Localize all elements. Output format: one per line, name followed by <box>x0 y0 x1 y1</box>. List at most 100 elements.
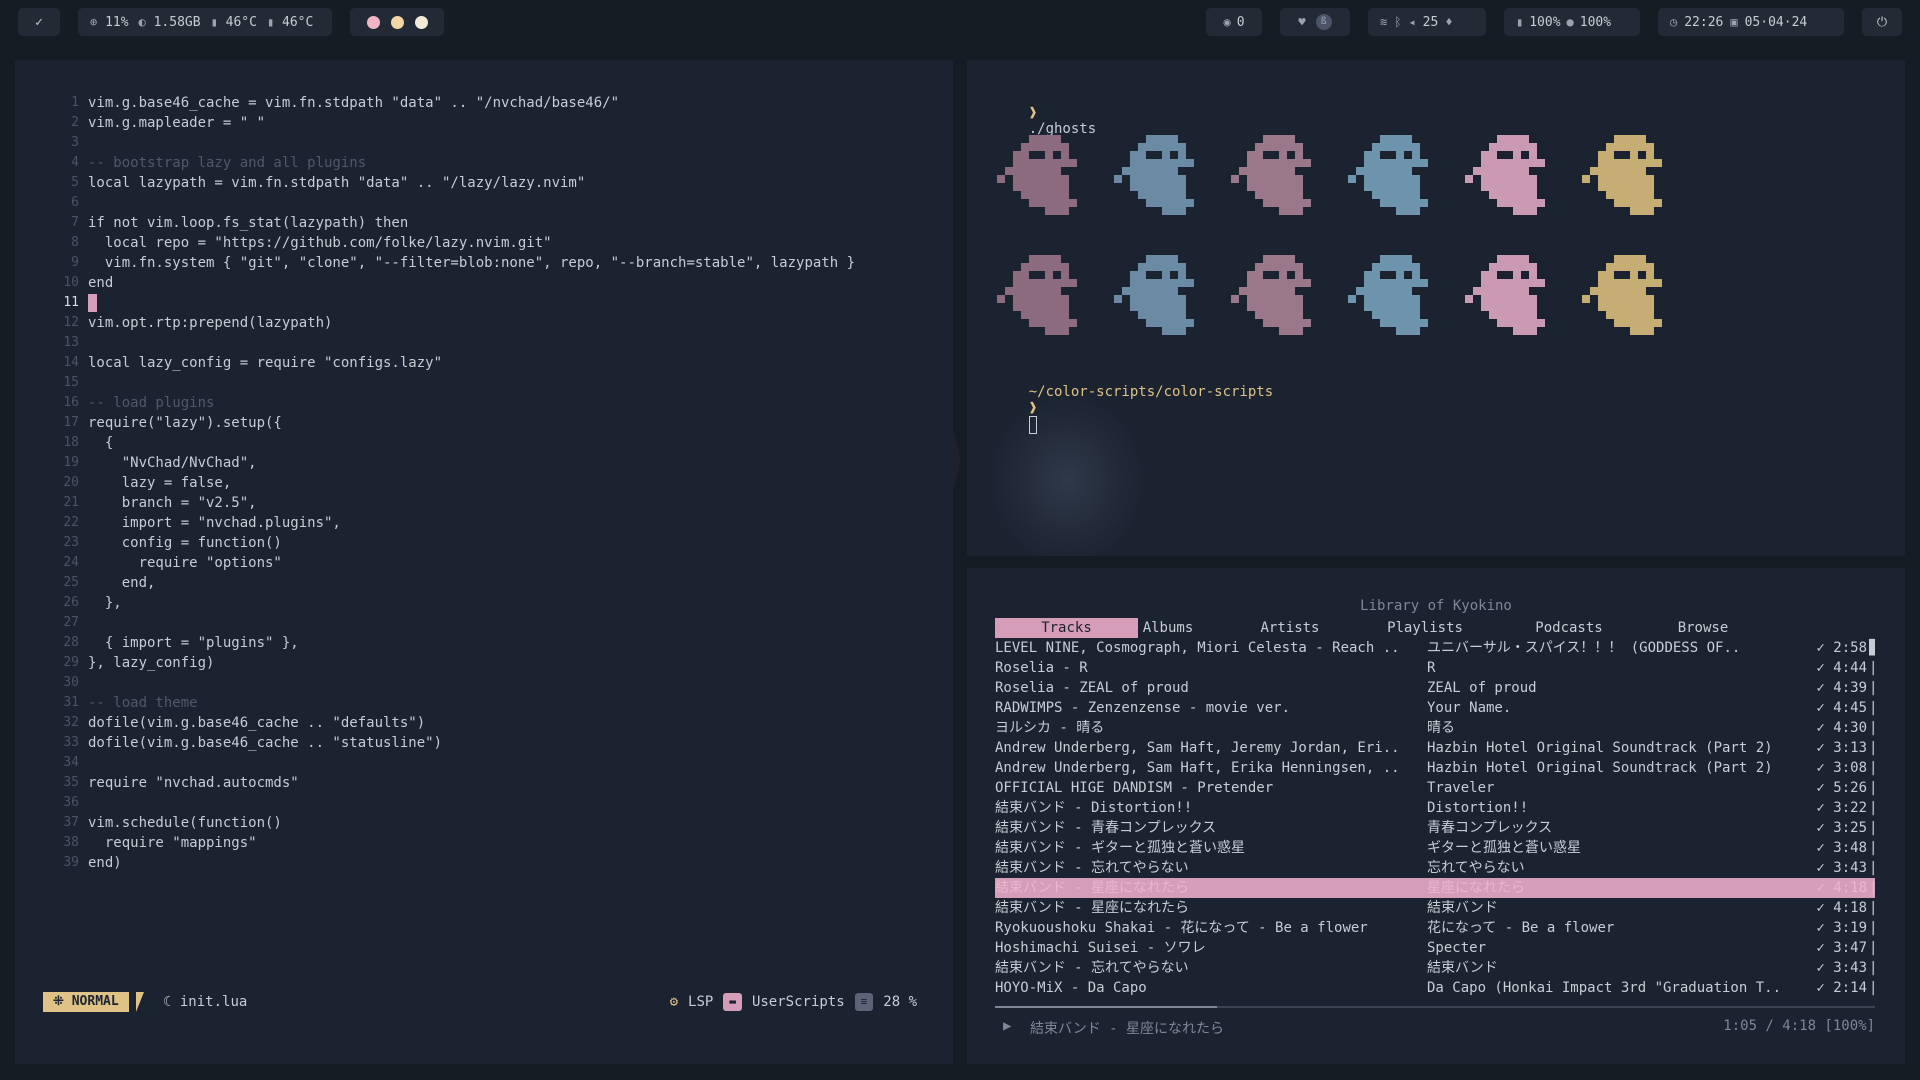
tab-artists[interactable]: Artists <box>1245 618 1335 638</box>
code-line[interactable]: 14 local lazy_config = require "configs.l… <box>15 353 953 373</box>
code-line[interactable]: 5 local lazypath = vim.fn.stdpath "data" … <box>15 173 953 193</box>
track-row[interactable]: 結束バンド - 青春コンプレックス 青春コンプレックス ✓ 3:25 | <box>995 818 1875 838</box>
scrollbar-track[interactable]: | <box>1869 838 1875 858</box>
code-line[interactable]: 20 lazy = false, <box>15 473 953 493</box>
scrollbar-track[interactable]: | <box>1869 878 1875 898</box>
code-line[interactable]: 7 if not vim.loop.fs_stat(lazypath) then <box>15 213 953 233</box>
code-line[interactable]: 13 <box>15 333 953 353</box>
scrollbar-track[interactable]: | <box>1869 698 1875 718</box>
workspace-dot[interactable] <box>366 15 380 29</box>
code-line[interactable]: 27 <box>15 613 953 633</box>
tab-albums[interactable]: Albums <box>1123 618 1213 638</box>
scrollbar-track[interactable]: | <box>1869 918 1875 938</box>
code-line[interactable]: 26 }, <box>15 593 953 613</box>
code-line[interactable]: 12 vim.opt.rtp:prepend(lazypath) <box>15 313 953 333</box>
track-list[interactable]: LEVEL NINE, Cosmograph, Miori Celesta - … <box>995 638 1875 998</box>
neovim-editor[interactable]: 1 vim.g.base46_cache = vim.fn.stdpath "da… <box>15 60 953 1064</box>
code-line[interactable]: 37 vim.schedule(function() <box>15 813 953 833</box>
scrollbar-track[interactable]: | <box>1869 758 1875 778</box>
code-line[interactable]: 25 end, <box>15 573 953 593</box>
track-row[interactable]: Roselia - ZEAL of proud ZEAL of proud ✓ 4:… <box>995 678 1875 698</box>
check-icon: ✓ <box>35 14 43 30</box>
code-line[interactable]: 36 <box>15 793 953 813</box>
code-line[interactable]: 8 local repo = "https://github.com/folke… <box>15 233 953 253</box>
code-line[interactable]: 38 require "mappings" <box>15 833 953 853</box>
scrollbar-track[interactable]: | <box>1869 678 1875 698</box>
track-row[interactable]: Roselia - R R ✓ 4:44 | <box>995 658 1875 678</box>
scrollbar-track[interactable]: | <box>1869 938 1875 958</box>
code-line[interactable]: 24 require "options" <box>15 553 953 573</box>
code-line[interactable]: 32 dofile(vim.g.base46_cache .. "defaults… <box>15 713 953 733</box>
code-line[interactable]: 11 <box>15 293 953 313</box>
code-buffer[interactable]: 1 vim.g.base46_cache = vim.fn.stdpath "da… <box>15 93 953 873</box>
code-line[interactable]: 17 require("lazy").setup({ <box>15 413 953 433</box>
scrollbar-track[interactable]: | <box>1869 778 1875 798</box>
code-line[interactable]: 22 import = "nvchad.plugins", <box>15 513 953 533</box>
code-line[interactable]: 3 <box>15 133 953 153</box>
scrollbar-track[interactable]: | <box>1869 798 1875 818</box>
code-line[interactable]: 31 -- load theme <box>15 693 953 713</box>
network-widget[interactable]: ≋ ᛒ ◂ 25 ♦ <box>1368 8 1486 36</box>
privacy-widget[interactable]: ♥ ß <box>1280 8 1350 36</box>
track-row[interactable]: Andrew Underberg, Sam Haft, Jeremy Jorda… <box>995 738 1875 758</box>
tab-browse[interactable]: Browse <box>1663 618 1743 638</box>
tab-podcasts[interactable]: Podcasts <box>1519 618 1619 638</box>
code-line[interactable]: 33 dofile(vim.g.base46_cache .. "statusli… <box>15 733 953 753</box>
scrollbar-track[interactable]: | <box>1869 718 1875 738</box>
code-line[interactable]: 10 end <box>15 273 953 293</box>
code-line[interactable]: 15 <box>15 373 953 393</box>
scrollbar-track[interactable]: | <box>1869 958 1875 978</box>
clock-widget[interactable]: ◷ 22:26 ▣ 05·04·24 <box>1658 8 1844 36</box>
code-line[interactable]: 1 vim.g.base46_cache = vim.fn.stdpath "da… <box>15 93 953 113</box>
scrollbar-track[interactable]: | <box>1869 658 1875 678</box>
notification-widget[interactable]: ◉ 0 <box>1206 8 1262 36</box>
code-line[interactable]: 29}, lazy_config) <box>15 653 953 673</box>
track-row[interactable]: Ryokuoushoku Shakai - 花になって - Be a flowe… <box>995 918 1875 938</box>
battery-widget[interactable]: ▮ 100% ● 100% <box>1504 8 1640 36</box>
track-row[interactable]: 結束バンド - 忘れてやらない 結束バンド ✓ 3:43 | <box>995 958 1875 978</box>
code-line[interactable]: 2 vim.g.mapleader = " " <box>15 113 953 133</box>
scrollbar-track[interactable]: | <box>1869 978 1875 998</box>
track-row[interactable]: OFFICIAL HIGE DANDISM - Pretender Travele… <box>995 778 1875 798</box>
track-row[interactable]: 結束バンド - Distortion!! Distortion!! ✓ 3:22 | <box>995 798 1875 818</box>
code-line[interactable]: 28 { import = "plugins" }, <box>15 633 953 653</box>
workspace-dot[interactable] <box>390 15 404 29</box>
code-line[interactable]: 21 branch = "v2.5", <box>15 493 953 513</box>
terminal-window[interactable]: ❱ ./ghosts ~/color-scripts/color-scripts… <box>967 60 1905 556</box>
music-player[interactable]: Library of Kyokino Tracks Albums Artists Pl… <box>967 568 1905 1064</box>
track-row[interactable]: ヨルシカ - 晴る 晴る ✓ 4:30 | <box>995 718 1875 738</box>
track-row[interactable]: HOYO-MiX - Da Capo Da Capo (Honkai Impact… <box>995 978 1875 998</box>
scrollbar-track[interactable]: | <box>1869 898 1875 918</box>
code-line[interactable]: 19 "NvChad/NvChad", <box>15 453 953 473</box>
code-line[interactable]: 34 <box>15 753 953 773</box>
code-line[interactable]: 16 -- load plugins <box>15 393 953 413</box>
tab-playlists[interactable]: Playlists <box>1375 618 1475 638</box>
track-row[interactable]: 結束バンド - ギターと孤独と蒼い惑星 ギターと孤独と蒼い惑星 ✓ 3:48 | <box>995 838 1875 858</box>
track-row[interactable]: 結束バンド - 星座になれたら 結束バンド ✓ 4:18 | <box>995 898 1875 918</box>
code-line[interactable]: 23 config = function() <box>15 533 953 553</box>
scrollbar-track[interactable]: | <box>1869 738 1875 758</box>
launcher-button[interactable]: ✓ <box>18 8 60 36</box>
play-icon[interactable]: ▶ <box>1003 1018 1011 1034</box>
code-line[interactable]: 4 -- bootstrap lazy and all plugins <box>15 153 953 173</box>
track-row[interactable]: RADWIMPS - Zenzenzense - movie ver. Your … <box>995 698 1875 718</box>
code-line[interactable]: 35 require "nvchad.autocmds" <box>15 773 953 793</box>
tab-tracks[interactable]: Tracks <box>995 618 1138 638</box>
track-row[interactable]: 結束バンド - 忘れてやらない 忘れてやらない ✓ 3:43 | <box>995 858 1875 878</box>
track-row[interactable]: 結束バンド - 星座になれたら 星座になれたら ✓ 4:18 | <box>995 878 1875 898</box>
playback-progress[interactable] <box>995 1006 1875 1008</box>
scrollbar-track[interactable]: █ <box>1869 638 1875 658</box>
track-row[interactable]: Andrew Underberg, Sam Haft, Erika Hennin… <box>995 758 1875 778</box>
code-line[interactable]: 18 { <box>15 433 953 453</box>
code-line[interactable]: 9 vim.fn.system { "git", "clone", "--fil… <box>15 253 953 273</box>
code-line[interactable]: 6 <box>15 193 953 213</box>
track-row[interactable]: Hoshimachi Suisei - ソワレ Specter ✓ 3:47 | <box>995 938 1875 958</box>
scrollbar-track[interactable]: | <box>1869 818 1875 838</box>
power-button[interactable]: ⏻ <box>1862 8 1902 36</box>
workspace-dot[interactable] <box>414 15 428 29</box>
scrollbar-track[interactable]: | <box>1869 858 1875 878</box>
prompt-line[interactable]: ~/color-scripts/color-scripts ❱ <box>995 368 1273 450</box>
code-line[interactable]: 39 end) <box>15 853 953 873</box>
track-row[interactable]: LEVEL NINE, Cosmograph, Miori Celesta - … <box>995 638 1875 658</box>
code-line[interactable]: 30 <box>15 673 953 693</box>
